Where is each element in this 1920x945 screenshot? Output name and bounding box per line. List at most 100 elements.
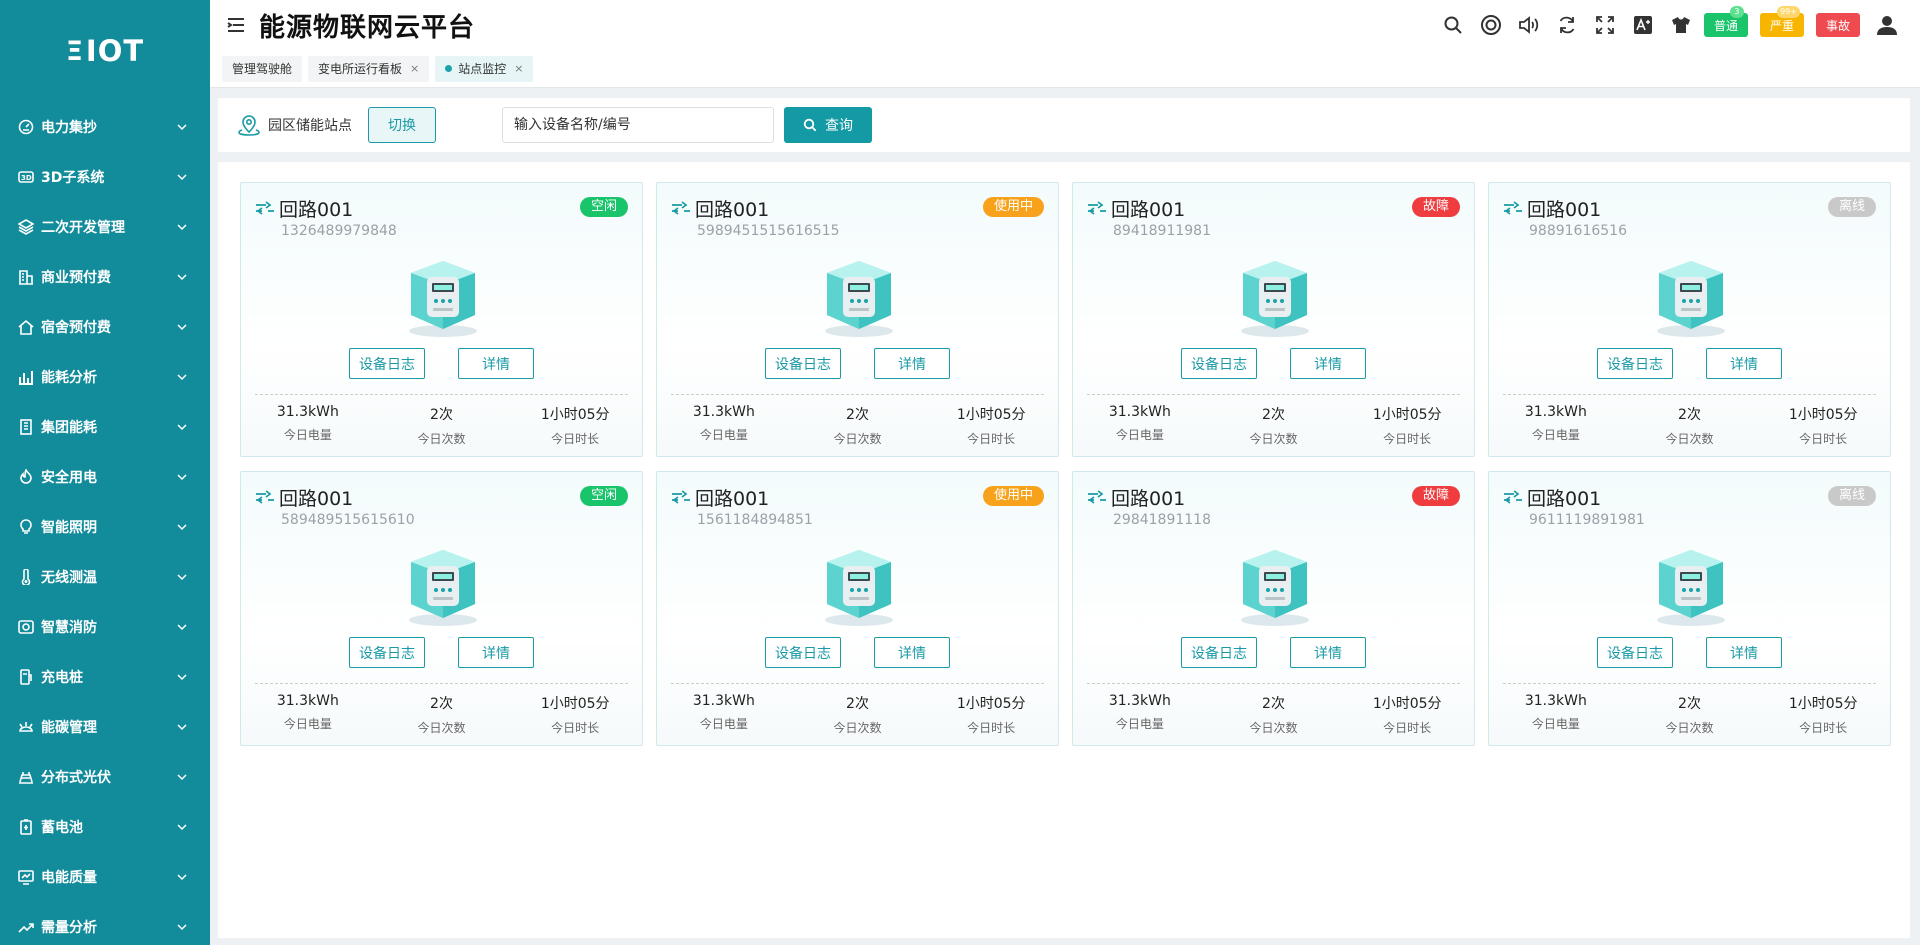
close-icon[interactable]: ×: [514, 62, 523, 75]
device-detail-button[interactable]: 详情: [1290, 637, 1366, 668]
chevron-down-icon: [177, 224, 187, 231]
user-icon[interactable]: [1876, 14, 1898, 36]
sidebar-item-3[interactable]: 商业预付费: [0, 252, 210, 302]
query-button[interactable]: 查询: [784, 107, 872, 143]
tab-cockpit[interactable]: 管理驾驶舱: [222, 55, 303, 82]
circuit-icon: [1504, 200, 1522, 215]
sidebar-item-6[interactable]: 集团能耗: [0, 402, 210, 452]
chevron-down-icon: [177, 374, 187, 381]
search-icon[interactable]: [1442, 14, 1464, 36]
tab-site-monitor[interactable]: 站点监控 ×: [435, 55, 534, 82]
sidebar-item-7[interactable]: 安全用电: [0, 452, 210, 502]
switch-site-button[interactable]: 切换: [368, 107, 436, 143]
main-content: 园区储能站点 切换 查询 回路001 1326489979848 空闲: [218, 98, 1910, 938]
refresh-icon[interactable]: [1556, 14, 1578, 36]
theme-shirt-icon[interactable]: [1670, 14, 1692, 36]
svg-text:3D: 3D: [21, 174, 32, 182]
card-stats: 31.3kWh 今日电量 2次 今日次数 1小时05分 今日时长: [241, 693, 642, 736]
alarm-normal-button[interactable]: 普通 3: [1703, 6, 1748, 37]
sidebar-item-10[interactable]: 智慧消防: [0, 602, 210, 652]
sidebar: Ξ IOT 电力集抄 3D 3D子系统 二次开发管理 商业预付费 宿舍预付费 能…: [0, 0, 210, 945]
stat-count-label: 今日次数: [1665, 432, 1714, 446]
device-detail-button[interactable]: 详情: [874, 637, 950, 668]
device-detail-button[interactable]: 详情: [1706, 637, 1782, 668]
volume-icon[interactable]: [1518, 14, 1540, 36]
sidebar-item-12[interactable]: 能碳管理: [0, 702, 210, 752]
sidebar-item-14[interactable]: 蓄电池: [0, 802, 210, 852]
card-header: 回路001: [255, 484, 353, 511]
close-icon[interactable]: ×: [410, 62, 419, 75]
logo[interactable]: Ξ IOT: [0, 0, 210, 102]
circuit-icon: [1088, 489, 1106, 504]
status-badge: 空闲: [579, 197, 628, 217]
office-building-icon: [18, 419, 34, 435]
sidebar-item-11[interactable]: 充电桩: [0, 652, 210, 702]
device-log-button[interactable]: 设备日志: [765, 348, 841, 379]
sidebar-item-label: 需量分析: [41, 920, 97, 936]
device-detail-button[interactable]: 详情: [1706, 348, 1782, 379]
stat-count-value: 2次: [430, 407, 453, 423]
status-badge: 故障: [1411, 486, 1460, 506]
stat-energy-label: 今日电量: [1115, 428, 1164, 442]
card-stats: 31.3kWh 今日电量 2次 今日次数 1小时05分 今日时长: [657, 404, 1058, 447]
device-log-button[interactable]: 设备日志: [349, 637, 425, 668]
stat-energy-label: 今日电量: [1115, 717, 1164, 731]
font-size-icon[interactable]: [1632, 14, 1654, 36]
stat-duration: 1小时05分 今日时长: [1756, 693, 1890, 736]
stat-duration: 1小时05分 今日时长: [508, 693, 642, 736]
stat-count: 2次 今日次数: [1207, 404, 1341, 447]
sidebar-item-16[interactable]: 需量分析: [0, 902, 210, 945]
sidebar-item-label: 无线测温: [41, 570, 97, 586]
device-detail-button[interactable]: 详情: [874, 348, 950, 379]
logo-mark: Ξ: [65, 35, 84, 67]
sidebar-item-label: 充电桩: [41, 670, 83, 686]
device-search-input[interactable]: [502, 107, 774, 143]
device-log-button[interactable]: 设备日志: [349, 348, 425, 379]
chevron-down-icon: [177, 274, 187, 281]
search-icon: [803, 118, 817, 132]
menu-toggle-icon[interactable]: [225, 14, 247, 36]
device-log-button[interactable]: 设备日志: [1181, 348, 1257, 379]
card-actions: 设备日志 详情: [349, 637, 567, 668]
device-detail-button[interactable]: 详情: [458, 348, 534, 379]
header-actions: 普通 3 严重 99+ 事故: [1426, 0, 1898, 50]
stat-count: 2次 今日次数: [791, 693, 925, 736]
device-detail-button[interactable]: 详情: [458, 637, 534, 668]
card-actions: 设备日志 详情: [765, 348, 983, 379]
device-serial: 1326489979848: [281, 223, 397, 239]
tab-bar: 管理驾驶舱 变电所运行看板 × 站点监控 ×: [210, 50, 1920, 88]
sidebar-item-13[interactable]: 分布式光伏: [0, 752, 210, 802]
stat-duration: 1小时05分 今日时长: [1756, 404, 1890, 447]
device-log-button[interactable]: 设备日志: [1597, 637, 1673, 668]
sidebar-item-8[interactable]: 智能照明: [0, 502, 210, 552]
stat-energy-value: 31.3kWh: [692, 404, 755, 420]
chevron-down-icon: [177, 574, 187, 581]
alarm-serious-button[interactable]: 严重 99+: [1759, 6, 1804, 37]
alarm-accident-button[interactable]: 事故: [1815, 13, 1860, 37]
sidebar-item-0[interactable]: 电力集抄: [0, 102, 210, 152]
sidebar-item-1[interactable]: 3D 3D子系统: [0, 152, 210, 202]
sidebar-item-5[interactable]: 能耗分析: [0, 352, 210, 402]
circuit-icon: [672, 200, 690, 215]
stat-energy-label: 今日电量: [699, 717, 748, 731]
card-title: 回路001: [1527, 488, 1602, 510]
help-ring-icon[interactable]: [1480, 14, 1502, 36]
stat-duration-label: 今日时长: [967, 432, 1016, 446]
tab-substation-board[interactable]: 变电所运行看板 ×: [308, 55, 430, 82]
card-stats: 31.3kWh 今日电量 2次 今日次数 1小时05分 今日时长: [1073, 693, 1474, 736]
sidebar-item-2[interactable]: 二次开发管理: [0, 202, 210, 252]
fullscreen-icon[interactable]: [1594, 14, 1616, 36]
sidebar-item-15[interactable]: 电能质量: [0, 852, 210, 902]
circuit-icon: [256, 200, 274, 215]
sidebar-item-4[interactable]: 宿舍预付费: [0, 302, 210, 352]
sidebar-item-9[interactable]: 无线测温: [0, 552, 210, 602]
card-actions: 设备日志 详情: [765, 637, 983, 668]
device-card: 回路001 5989451515616515 使用中 设备日志 详情 31.3k…: [656, 182, 1059, 457]
chevron-down-icon: [177, 424, 187, 431]
device-log-button[interactable]: 设备日志: [1181, 637, 1257, 668]
device-log-button[interactable]: 设备日志: [765, 637, 841, 668]
device-detail-button[interactable]: 详情: [1290, 348, 1366, 379]
device-log-button[interactable]: 设备日志: [1597, 348, 1673, 379]
device-card: 回路001 98891616516 离线 设备日志 详情 31.3kWh 今日电…: [1488, 182, 1891, 457]
card-title: 回路001: [1111, 488, 1186, 510]
